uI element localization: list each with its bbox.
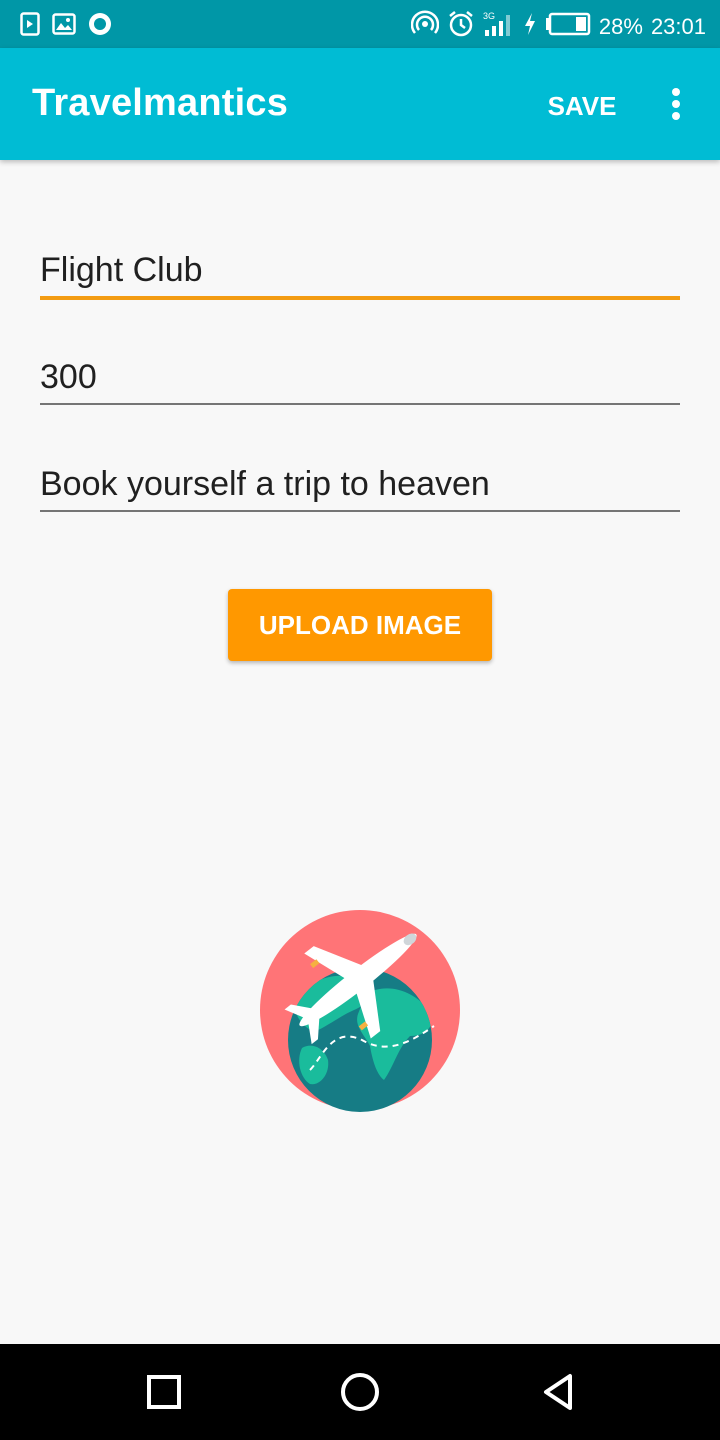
clock: 23:01 — [650, 14, 706, 39]
globe-airplane-icon — [258, 908, 462, 1112]
upload-image-button[interactable]: UPLOAD IMAGE — [228, 589, 492, 661]
charging-icon — [523, 12, 537, 42]
network-type-label: 3G — [483, 11, 495, 21]
more-vert-icon[interactable] — [656, 82, 696, 126]
alarm-icon — [447, 10, 475, 44]
home-circle-icon[interactable] — [336, 1368, 384, 1416]
battery-icon — [545, 12, 591, 42]
battery-percent: 28% — [598, 14, 643, 39]
status-bar: 3G 28% 23:01 — [0, 0, 720, 48]
app-bar: Travelmantics SAVE — [0, 48, 720, 160]
deal-price-input[interactable] — [40, 349, 680, 405]
play-store-icon — [20, 12, 40, 41]
deal-price-underline — [40, 403, 680, 405]
deal-description-underline — [40, 510, 680, 512]
hotspot-icon — [410, 10, 440, 44]
back-triangle-icon[interactable] — [536, 1368, 584, 1416]
circle-notification-icon — [88, 12, 112, 41]
signal-icon: 3G — [483, 11, 515, 43]
app-title: Travelmantics — [32, 82, 289, 124]
image-icon — [52, 13, 76, 40]
deal-title-underline — [40, 296, 680, 300]
deal-title-input[interactable] — [40, 242, 680, 298]
save-button[interactable]: SAVE — [530, 84, 634, 128]
deal-description-input[interactable] — [40, 456, 680, 512]
navigation-bar — [0, 1344, 720, 1440]
recents-square-icon[interactable] — [140, 1368, 188, 1416]
